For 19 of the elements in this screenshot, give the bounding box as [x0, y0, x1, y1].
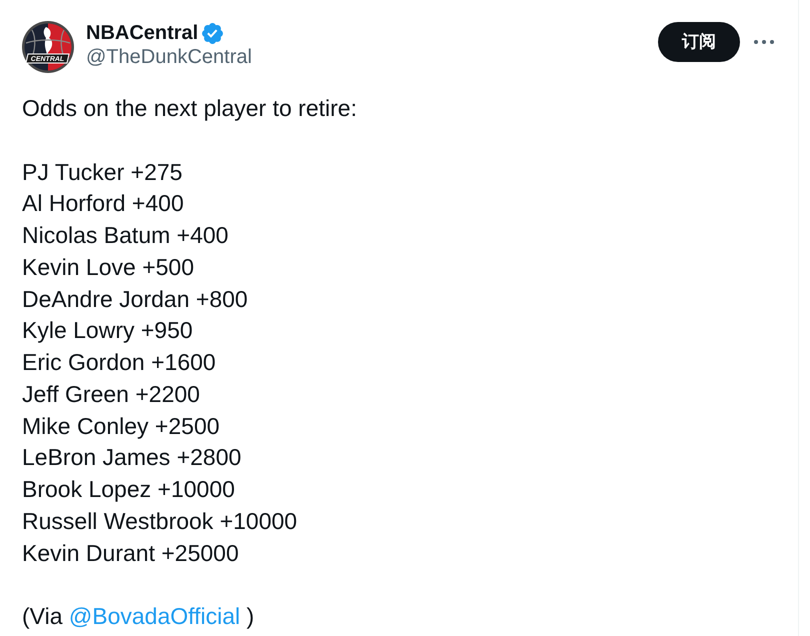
account-handle[interactable]: @TheDunkCentral: [86, 45, 252, 69]
odds-line: DeAndre Jordan +800: [22, 284, 249, 314]
odds-line: Jeff Green +2200: [22, 380, 201, 409]
source-note: (Via @BovadaOfficial ): [22, 602, 256, 631]
odds-line: Brook Lopez +10000: [22, 475, 236, 504]
odds-line: Nicolas Batum +400: [22, 221, 230, 250]
odds-line: PJ Tucker +275: [22, 158, 184, 186]
odds-line: Russell Westbrook +10000: [22, 506, 298, 536]
odds-line: Kevin Durant +25000: [22, 538, 240, 568]
account-name[interactable]: NBACentral: [86, 21, 198, 45]
odds-line: Mike Conley +2500: [22, 412, 221, 441]
odds-line: Kyle Lowry +950: [22, 316, 194, 346]
odds-line: Kevin Love +500: [22, 252, 195, 282]
subscribe-button[interactable]: 订阅: [658, 22, 740, 62]
odds-line: LeBron James +2800: [22, 443, 242, 472]
tweet-text: Odds on the next player to retire:: [22, 94, 358, 123]
odds-line: Al Horford +400: [22, 189, 185, 218]
odds-line: Eric Gordon +1600: [22, 348, 217, 377]
more-icon[interactable]: [754, 40, 774, 44]
